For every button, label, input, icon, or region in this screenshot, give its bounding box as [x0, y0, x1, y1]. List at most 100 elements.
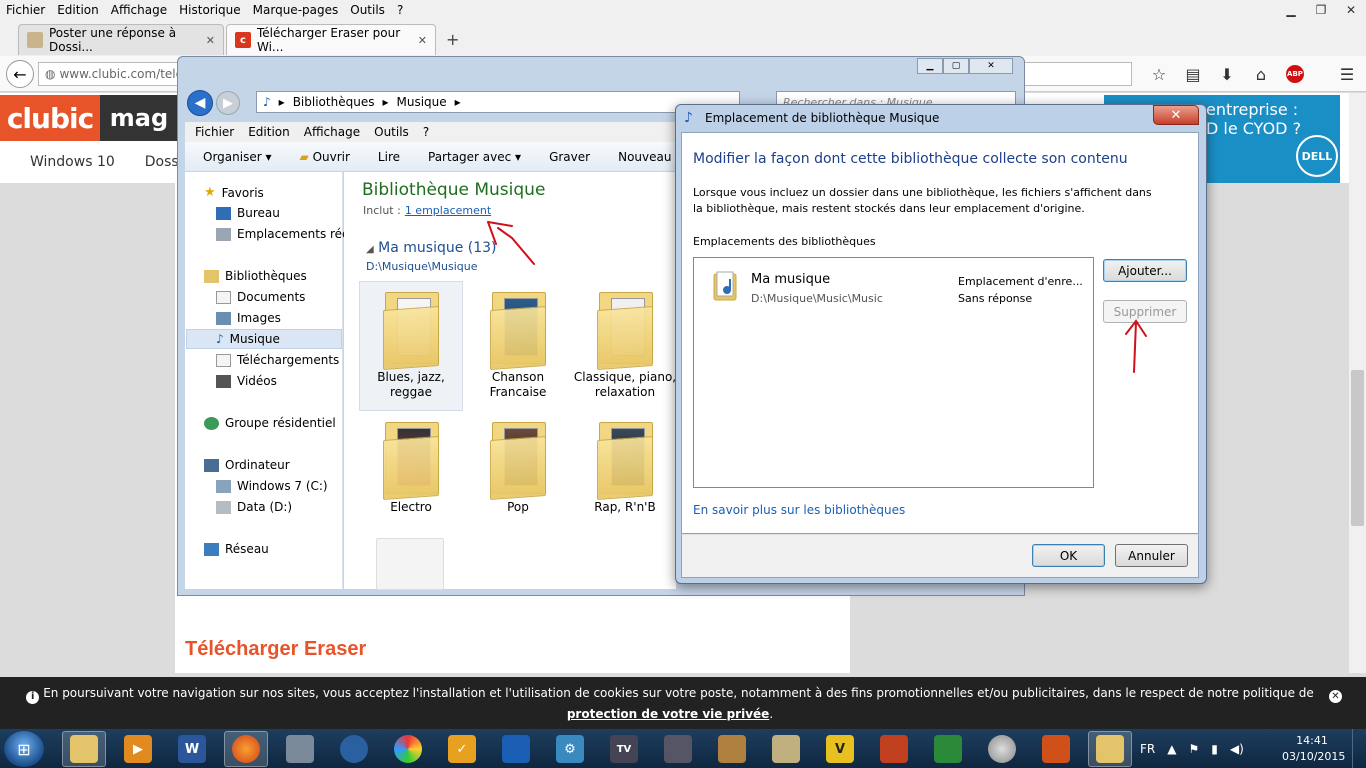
hamburger-menu-icon[interactable]: ☰	[1330, 62, 1364, 86]
group-title[interactable]: ◢ Ma musique (13)	[366, 240, 497, 256]
close-button[interactable]: ✕	[1336, 0, 1366, 20]
video-taskbar-icon[interactable]	[656, 731, 700, 767]
breadcrumb-music[interactable]: Musique	[396, 95, 446, 109]
reading-list-icon[interactable]: ▤	[1176, 62, 1210, 86]
play-button[interactable]: Lire	[378, 150, 400, 164]
menu-affichage[interactable]: Affichage	[304, 125, 360, 139]
show-desktop-button[interactable]	[1352, 729, 1366, 768]
explorer-address-bar[interactable]: ♪ ▸ Bibliothèques ▸ Musique ▸	[256, 91, 740, 113]
folder-item[interactable]: Pop	[466, 412, 570, 515]
nav-music[interactable]: ♪ Musique	[186, 329, 342, 349]
menu-edition[interactable]: Edition	[248, 125, 290, 139]
network-status-icon[interactable]: ▮	[1211, 742, 1218, 756]
language-indicator[interactable]: FR	[1140, 742, 1155, 756]
ok-button[interactable]: OK	[1032, 544, 1105, 567]
start-button[interactable]: ⊞	[4, 731, 44, 767]
nav-favorites[interactable]: ★ Favoris	[204, 185, 264, 200]
nav-downloads[interactable]: Téléchargements	[216, 353, 339, 367]
media-player-taskbar-icon[interactable]: ▶	[116, 731, 160, 767]
new-folder-button[interactable]: Nouveau do	[618, 150, 677, 164]
nav-windows10[interactable]: Windows 10	[30, 154, 115, 170]
folder-item[interactable]: Chanson Francaise	[466, 282, 570, 400]
open-button[interactable]: ▰ Ouvrir	[300, 150, 350, 164]
menu-edition[interactable]: Edition	[57, 3, 99, 17]
nav-images[interactable]: Images	[216, 311, 281, 325]
menu-outils[interactable]: Outils	[374, 125, 409, 139]
ccleaner-taskbar-icon[interactable]	[872, 731, 916, 767]
firefox-taskbar-icon[interactable]	[224, 731, 268, 767]
folder-item[interactable]: Blues, jazz, reggae	[359, 281, 463, 411]
explorer-back-button[interactable]: ◀	[187, 90, 213, 116]
word-taskbar-icon[interactable]: W	[170, 731, 214, 767]
restore-button[interactable]: ❐	[1306, 0, 1336, 20]
menu-affichage[interactable]: Affichage	[111, 3, 167, 17]
new-tab-icon[interactable]: +	[446, 30, 459, 49]
maximize-button[interactable]: ▢	[943, 58, 969, 74]
menu-fichier[interactable]: Fichier	[6, 3, 45, 17]
minimize-button[interactable]: ▁	[1276, 0, 1306, 20]
menu-marque-pages[interactable]: Marque-pages	[253, 3, 339, 17]
explorer-forward-button[interactable]: ▶	[216, 91, 240, 115]
folder-item[interactable]: Rap, R'n'B	[573, 412, 677, 515]
minimize-button[interactable]: ▁	[917, 58, 943, 74]
folder-item[interactable]: Classique, piano, relaxation	[573, 282, 677, 400]
burn-button[interactable]: Graver	[549, 150, 590, 164]
audio-taskbar-icon[interactable]	[1034, 731, 1078, 767]
cards-taskbar-icon[interactable]	[764, 731, 808, 767]
menu-historique[interactable]: Historique	[179, 3, 241, 17]
nav-documents[interactable]: Documents	[216, 290, 305, 304]
tab-clubic[interactable]: c Télécharger Eraser pour Wi... ✕	[226, 24, 436, 55]
nav-homegroup[interactable]: Groupe résidentiel	[204, 416, 336, 430]
add-button[interactable]: Ajouter...	[1103, 259, 1187, 282]
volume-icon[interactable]: ◀)	[1230, 742, 1244, 756]
download-icon[interactable]: ⬇	[1210, 62, 1244, 86]
menu-help[interactable]: ?	[423, 125, 429, 139]
organize-button[interactable]: Organiser ▾	[203, 150, 272, 164]
tab-forum[interactable]: Poster une réponse à Dossi... ✕	[18, 24, 224, 55]
nav-videos[interactable]: Vidéos	[216, 374, 277, 388]
show-hidden-icons-icon[interactable]: ▲	[1167, 742, 1176, 756]
folder-item[interactable]: Electro	[359, 412, 463, 515]
nav-computer[interactable]: Ordinateur	[204, 458, 290, 472]
settings-gear-taskbar-icon[interactable]: ⚙	[548, 731, 592, 767]
action-center-flag-icon[interactable]: ⚑	[1188, 742, 1199, 756]
close-icon[interactable]: ✕	[418, 34, 427, 47]
archive-taskbar-icon[interactable]	[710, 731, 754, 767]
adblock-icon[interactable]: ABP	[1278, 62, 1312, 86]
explorer-taskbar-icon[interactable]	[62, 731, 106, 767]
search-input[interactable]	[1024, 62, 1132, 86]
dialog-close-button[interactable]: ✕	[1153, 105, 1199, 125]
nav-libraries[interactable]: Bibliothèques	[204, 269, 307, 283]
close-icon[interactable]: ✕	[1329, 690, 1342, 703]
privacy-link[interactable]: protection de votre vie privée	[567, 707, 769, 721]
file-item[interactable]	[376, 538, 444, 590]
vlc-like-taskbar-icon[interactable]: V	[818, 731, 862, 767]
learn-more-link[interactable]: En savoir plus sur les bibliothèques	[693, 503, 905, 517]
nav-network[interactable]: Réseau	[204, 542, 269, 556]
menu-outils[interactable]: Outils	[350, 3, 385, 17]
nav-desktop[interactable]: Bureau	[216, 206, 280, 220]
picasa-taskbar-icon[interactable]	[386, 731, 430, 767]
breadcrumb-libraries[interactable]: Bibliothèques	[293, 95, 375, 109]
url-bar[interactable]: ◍ www.clubic.com/tele	[38, 62, 183, 86]
library-taskbar-icon[interactable]	[1088, 731, 1132, 767]
clubic-logo[interactable]: clubic mag	[0, 95, 178, 141]
includes-link[interactable]: 1 emplacement	[405, 204, 491, 217]
disc-taskbar-icon[interactable]	[980, 731, 1024, 767]
close-icon[interactable]: ✕	[206, 34, 215, 47]
back-button[interactable]: ←	[6, 60, 34, 88]
adsl-tv-taskbar-icon[interactable]: TV	[602, 731, 646, 767]
bookmark-star-icon[interactable]: ☆	[1142, 62, 1176, 86]
checkmark-app-taskbar-icon[interactable]: ✓	[440, 731, 484, 767]
security-taskbar-icon[interactable]	[494, 731, 538, 767]
scrollbar-thumb[interactable]	[1351, 370, 1364, 526]
menu-fichier[interactable]: Fichier	[195, 125, 234, 139]
gaming-taskbar-icon[interactable]	[926, 731, 970, 767]
nav-drive-d[interactable]: Data (D:)	[216, 500, 292, 514]
clock[interactable]: 14:41 03/10/2015	[1282, 733, 1345, 765]
thunderbird-taskbar-icon[interactable]	[332, 731, 376, 767]
nav-drive-c[interactable]: Windows 7 (C:)	[216, 479, 328, 493]
home-icon[interactable]: ⌂	[1244, 62, 1278, 86]
share-with-button[interactable]: Partager avec ▾	[428, 150, 521, 164]
tool-taskbar-icon[interactable]	[278, 731, 322, 767]
